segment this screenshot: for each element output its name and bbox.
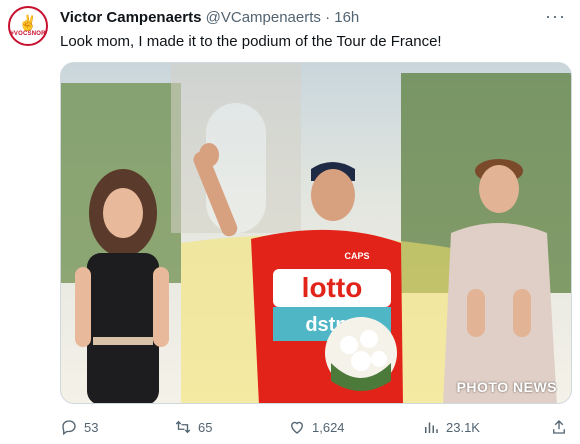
tweet-time[interactable]: 16h <box>334 9 359 26</box>
retweet-icon <box>175 420 191 434</box>
avatar-tag: #VOCSNOR <box>10 30 46 37</box>
view-count: 23.1K <box>446 419 480 435</box>
share-button[interactable] <box>550 418 568 436</box>
reply-icon <box>62 420 76 436</box>
analytics-icon <box>425 422 438 433</box>
retweet-button[interactable]: 65 <box>174 418 212 436</box>
jersey-brand: lotto <box>302 272 363 303</box>
share-icon <box>553 420 565 434</box>
jersey-sponsor: CAPS <box>344 251 369 261</box>
tweet-photo[interactable]: lotto dstny CAPS PHOTO NEWS <box>60 62 572 404</box>
reply-count: 53 <box>84 419 99 435</box>
reply-button[interactable]: 53 <box>60 418 98 436</box>
author-name[interactable]: Victor Campenaerts <box>60 9 201 26</box>
tweet-header: Victor Campenaerts @VCampenaerts · 16h <box>60 8 359 28</box>
tweet-text: Look mom, I made it to the podium of the… <box>60 33 442 50</box>
victory-hand-icon: ✌ <box>18 14 38 32</box>
action-bar: 53 65 1,624 23.1K <box>60 418 572 438</box>
separator: · <box>325 9 331 26</box>
retweet-count: 65 <box>198 419 213 435</box>
like-button[interactable]: 1,624 <box>288 418 345 436</box>
like-count: 1,624 <box>312 419 345 435</box>
views-button[interactable]: 23.1K <box>422 418 480 436</box>
more-options-icon[interactable]: ··· <box>545 6 566 27</box>
heart-icon <box>291 421 303 434</box>
author-handle[interactable]: @VCampenaerts <box>206 9 321 26</box>
arc-de-triomphe <box>171 63 301 233</box>
photo-watermark: PHOTO NEWS <box>456 379 557 395</box>
podium-photo: lotto dstny CAPS <box>61 63 571 403</box>
avatar[interactable]: ✌ #VOCSNOR <box>8 6 48 46</box>
